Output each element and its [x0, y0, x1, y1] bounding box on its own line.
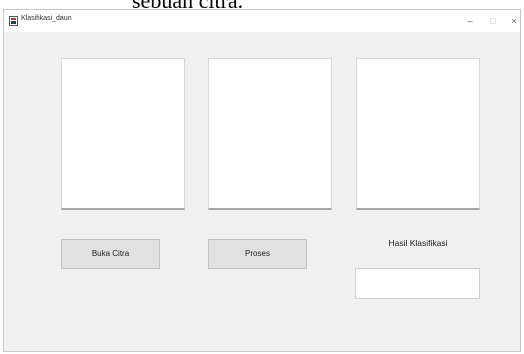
classification-result-field[interactable] — [355, 268, 480, 299]
title-bar: Klasifikasi_daun – □ × — [4, 10, 520, 32]
minimize-icon[interactable]: – — [460, 13, 480, 29]
classification-result-label: Hasil Klasifikasi — [388, 238, 448, 248]
app-window: Klasifikasi_daun – □ × Buka Citra Proses… — [3, 9, 521, 352]
original-image-panel — [61, 58, 185, 210]
open-image-button[interactable]: Buka Citra — [61, 239, 160, 269]
processed-image-panel — [208, 58, 332, 210]
app-window-icon — [9, 16, 18, 26]
result-image-panel — [356, 58, 480, 210]
window-title: Klasifikasi_daun — [21, 15, 72, 22]
close-icon[interactable]: × — [504, 13, 524, 29]
process-button[interactable]: Proses — [208, 239, 307, 269]
maximize-icon[interactable]: □ — [483, 13, 503, 29]
